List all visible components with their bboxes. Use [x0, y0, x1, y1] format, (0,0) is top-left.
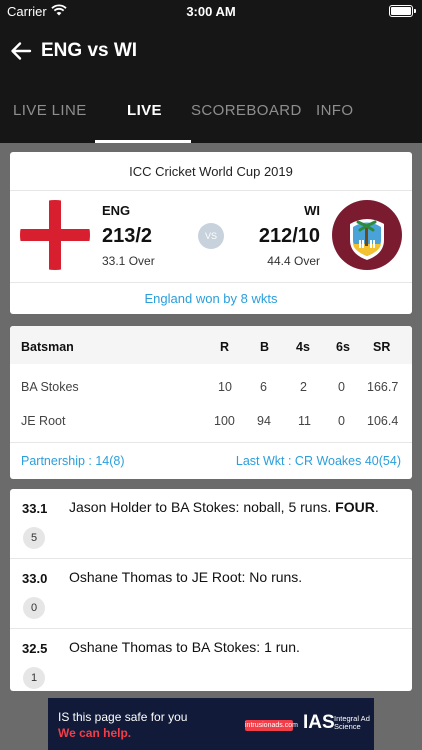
strike-rate-value: 166.7	[367, 380, 399, 394]
tab-live-line[interactable]: LIVE LINE	[13, 102, 87, 119]
over-number: 33.0	[22, 571, 48, 586]
strike-rate-header: SR	[373, 340, 391, 354]
sixes-value: 0	[338, 380, 345, 394]
batting-card: Batsman R B 4s 6s SR BA Stokes 10 6 2 0 …	[10, 326, 412, 479]
list-item[interactable]: 32.5 1 Oshane Thomas to BA Stokes: 1 run…	[10, 629, 412, 691]
last-wicket-label: Last Wkt : CR Woakes 40(54)	[235, 454, 401, 468]
over-number: 32.5	[22, 641, 48, 656]
ad-banner[interactable]: IS this page safe for you We can help. i…	[48, 698, 374, 750]
batsman-header: Batsman	[21, 340, 74, 354]
england-flag-icon	[20, 200, 90, 270]
ad-tagline: We can help.	[58, 726, 132, 740]
commentary-text: Jason Holder to BA Stokes: noball, 5 run…	[69, 499, 379, 515]
batsman-name: JE Root	[21, 414, 66, 428]
list-item[interactable]: 33.1 5 Jason Holder to BA Stokes: noball…	[10, 489, 412, 559]
commentary-text: Oshane Thomas to JE Root: No runs.	[69, 569, 303, 585]
table-row[interactable]: BA Stokes 10 6 2 0 166.7	[10, 370, 412, 404]
ad-headline: IS this page safe for you	[58, 710, 188, 724]
vs-badge: VS	[198, 223, 224, 249]
team2-name: WI	[304, 203, 320, 218]
fours-value: 2	[300, 380, 307, 394]
tab-info[interactable]: INFO	[316, 102, 353, 119]
commentary-list: 33.1 5 Jason Holder to BA Stokes: noball…	[10, 489, 412, 691]
sixes-value: 0	[338, 414, 345, 428]
runs-header: R	[220, 340, 230, 354]
series-title: ICC Cricket World Cup 2019	[129, 164, 293, 179]
page-title: ENG vs WI	[41, 40, 138, 61]
back-arrow-icon[interactable]	[9, 39, 33, 63]
fours-value: 11	[298, 414, 311, 428]
table-row[interactable]: JE Root 100 94 11 0 106.4	[10, 404, 412, 438]
team2-score: 212/10	[258, 225, 320, 247]
runs-value: 100	[214, 414, 235, 428]
divider	[10, 190, 412, 191]
team2-overs: 44.4 Over	[267, 254, 320, 268]
batsman-name: BA Stokes	[21, 380, 79, 394]
over-number: 33.1	[22, 501, 48, 516]
balls-value: 6	[260, 380, 267, 394]
balls-header: B	[260, 340, 270, 354]
balls-value: 94	[257, 414, 271, 428]
status-bar: Carrier 3:00 AM	[0, 0, 422, 22]
runs-badge: 5	[23, 527, 45, 549]
strike-rate-value: 106.4	[367, 414, 399, 428]
ad-brand-logo: IAS	[303, 712, 335, 733]
batting-header-row: Batsman R B 4s 6s SR	[10, 326, 412, 364]
team1-name: ENG	[102, 203, 131, 218]
divider	[10, 282, 412, 283]
ad-url-tag: intrusionads.com	[245, 720, 298, 731]
partnership-label: Partnership : 14(8)	[21, 454, 125, 468]
commentary-text: Oshane Thomas to BA Stokes: 1 run.	[69, 639, 300, 655]
runs-value: 10	[218, 380, 232, 394]
tab-scoreboard[interactable]: SCOREBOARD	[191, 102, 302, 119]
active-tab-indicator	[95, 140, 191, 143]
tab-live[interactable]: LIVE	[127, 102, 162, 119]
match-result: England won by 8 wkts	[144, 291, 278, 306]
fours-header: 4s	[296, 340, 310, 354]
tab-bar: LIVE LINE LIVE SCOREBOARD INFO	[0, 92, 422, 143]
list-item[interactable]: 33.0 0 Oshane Thomas to JE Root: No runs…	[10, 559, 412, 629]
runs-badge: 1	[23, 667, 45, 689]
sixes-header: 6s	[336, 340, 350, 354]
battery-icon	[389, 5, 416, 17]
ad-brand-subtitle: Integral Ad Science	[334, 714, 370, 731]
match-summary-card: ICC Cricket World Cup 2019 ENG 213/2 33.…	[10, 152, 412, 314]
runs-badge: 0	[23, 597, 45, 619]
team1-overs: 33.1 Over	[102, 254, 155, 268]
boundary-highlight: FOUR	[335, 499, 375, 515]
west-indies-flag-icon	[332, 200, 402, 270]
clock: 3:00 AM	[186, 4, 236, 19]
team1-score: 213/2	[102, 225, 153, 247]
divider	[10, 442, 412, 443]
app-header: Carrier 3:00 AM ENG vs WI LIVE LINE LIVE…	[0, 0, 422, 143]
